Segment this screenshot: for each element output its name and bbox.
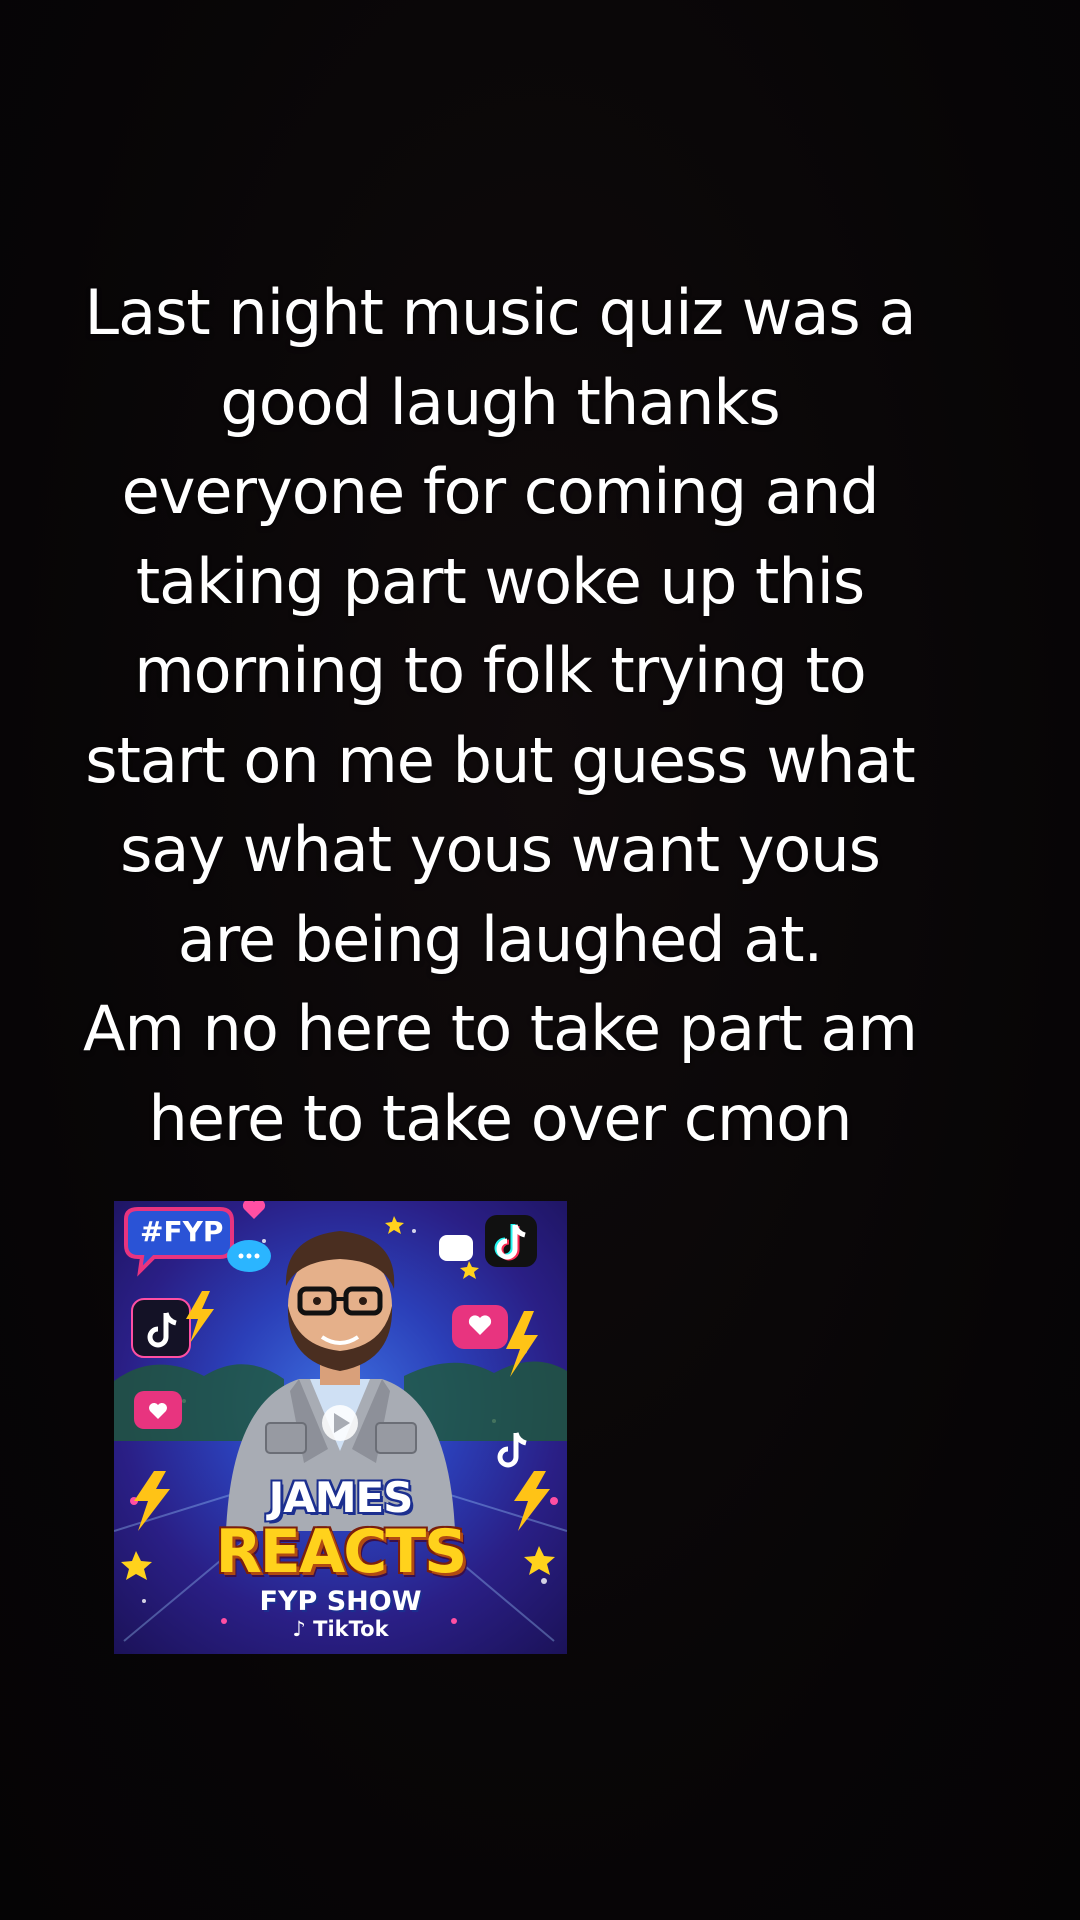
- caption-line: are being laughed at.: [177, 902, 823, 976]
- fyp-hashtag: #FYP: [140, 1215, 224, 1248]
- caption-line: taking part woke up this: [135, 544, 865, 618]
- caption-line: say what yous want yous: [120, 813, 881, 886]
- tiktok-note-icon: ♪: [292, 1617, 306, 1641]
- james-reacts-thumbnail[interactable]: #FYP JAMES REACTS FYP SHOW ♪ TikTok: [114, 1201, 567, 1654]
- caption-line: start on me but guess what: [85, 723, 915, 797]
- thumbnail-name: JAMES: [268, 1473, 414, 1522]
- caption-line: morning to folk trying to: [134, 634, 866, 707]
- thumbnail-title: REACTS: [215, 1517, 468, 1587]
- tiktok-brand-label: TikTok: [313, 1617, 389, 1641]
- post-caption: Last night music quiz was a good laugh t…: [30, 268, 970, 1163]
- tiktok-logo-icon: [131, 1298, 191, 1358]
- caption-line: good laugh thanks: [220, 365, 780, 439]
- chat-bubble-icon: [439, 1235, 473, 1261]
- heart-icon: [242, 1201, 266, 1219]
- heart-bubble-icon: [134, 1391, 182, 1429]
- caption-line: Am no here to take part am: [83, 992, 918, 1065]
- caption-line: Last night music quiz was a: [84, 276, 917, 349]
- screen: Last night music quiz was a good laugh t…: [0, 0, 1080, 1920]
- tiktok-brand: ♪ TikTok: [114, 1617, 567, 1641]
- tiktok-logo-icon: [485, 1215, 537, 1267]
- thumbnail-subtitle: FYP SHOW: [259, 1586, 422, 1617]
- caption-line: here to take over cmon: [148, 1081, 853, 1155]
- caption-line: everyone for coming and: [121, 455, 880, 528]
- heart-bubble-icon: [452, 1305, 508, 1349]
